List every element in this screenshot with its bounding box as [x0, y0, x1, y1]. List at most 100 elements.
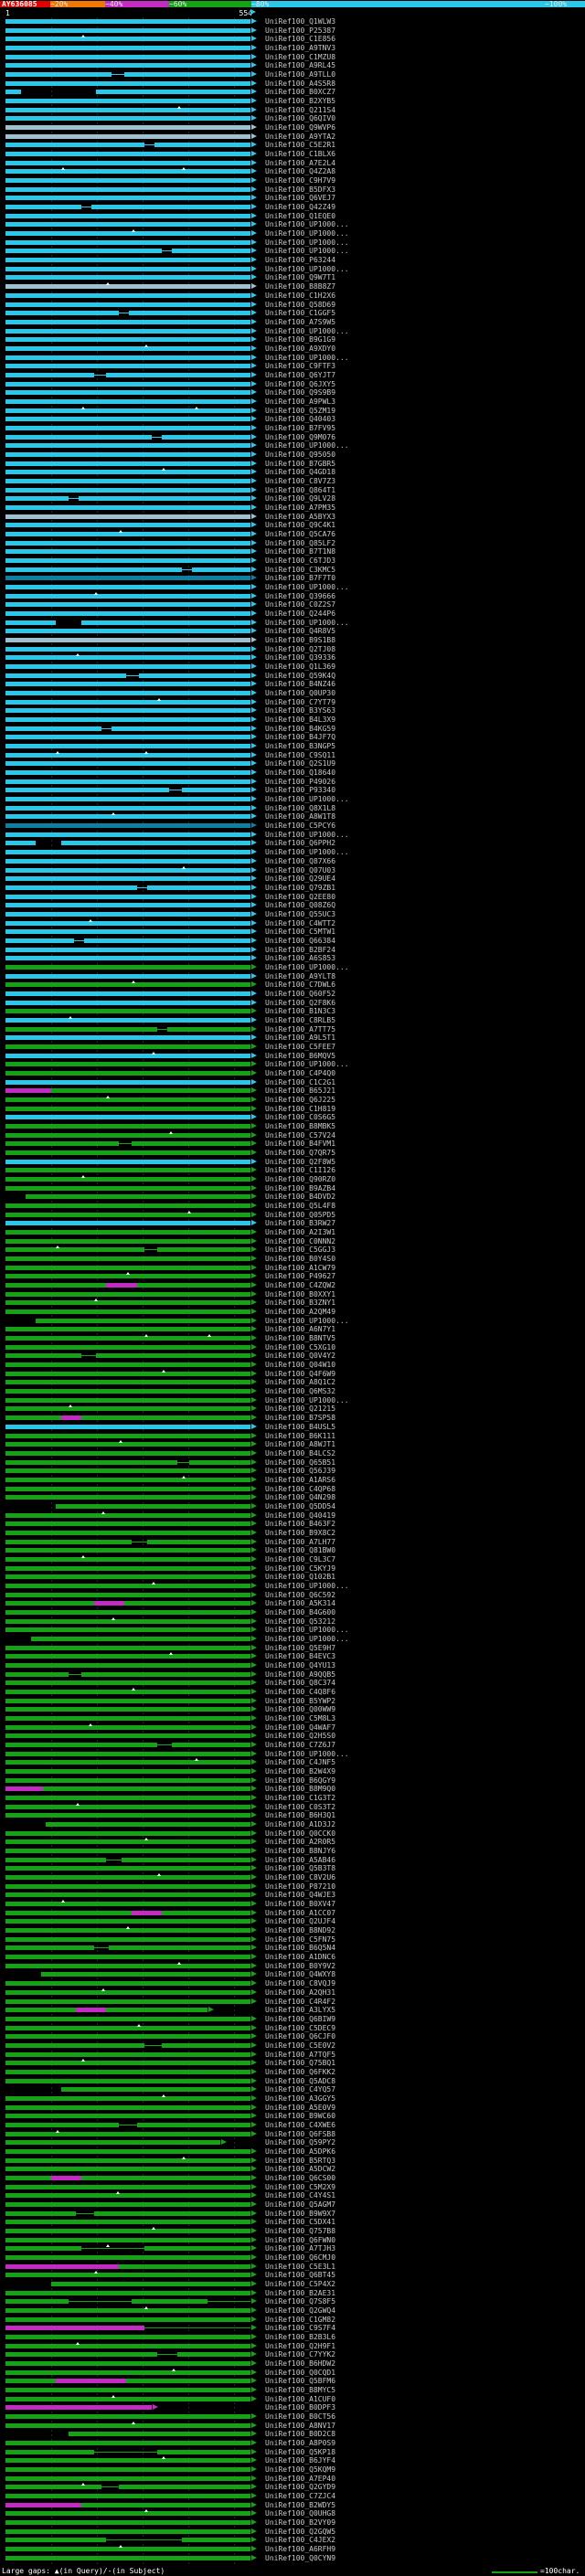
hit-row[interactable]: UniRef100_C0Z2S7	[0, 600, 585, 610]
hit-row[interactable]: UniRef100_Q0UHG8	[0, 2509, 585, 2518]
hit-label[interactable]: UniRef100_B5YWP2	[265, 1697, 335, 1706]
hit-label[interactable]: UniRef100_B4LCS2	[265, 1449, 335, 1458]
hit-row[interactable]: UniRef100_B9S1B8	[0, 636, 585, 645]
hit-label[interactable]: UniRef100_C1E856	[265, 35, 335, 44]
hit-label[interactable]: UniRef100_Q1EQE0	[265, 212, 335, 221]
hit-label[interactable]: UniRef100_B8NTV5	[265, 1334, 335, 1343]
hit-label[interactable]: UniRef100_Q864T1	[265, 486, 335, 495]
hit-row[interactable]: UniRef100_Q5AGM7	[0, 2200, 585, 2210]
hit-label[interactable]: UniRef100_Q60F52	[265, 990, 335, 999]
hit-row[interactable]: UniRef100_Q1EQE0	[0, 212, 585, 221]
hit-row[interactable]: UniRef100_Q8C374	[0, 1679, 585, 1688]
hit-label[interactable]: UniRef100_B463F2	[265, 1520, 335, 1529]
hit-row[interactable]: UniRef100_Q6BT45	[0, 2271, 585, 2280]
hit-row[interactable]: UniRef100_Q00WW9	[0, 1705, 585, 1714]
hit-row[interactable]: UniRef100_Q5BFM6	[0, 2377, 585, 2386]
hit-row[interactable]: UniRef100_Q87X66	[0, 857, 585, 866]
hit-row[interactable]: UniRef100_Q6BIW9	[0, 2015, 585, 2024]
hit-row[interactable]: UniRef100_P63244	[0, 256, 585, 265]
hit-row[interactable]: UniRef100_Q2F8W5	[0, 1158, 585, 1167]
hit-label[interactable]: UniRef100_A5AB46	[265, 1856, 335, 1865]
hit-label[interactable]: UniRef100_Q8X1L8	[265, 804, 335, 813]
hit-label[interactable]: UniRef100_Q2EE80	[265, 893, 335, 902]
hit-row[interactable]: UniRef100_P49026	[0, 778, 585, 787]
hit-row[interactable]: UniRef100_Q79ZB1	[0, 884, 585, 893]
hit-label[interactable]: UniRef100_P49627	[265, 1272, 335, 1281]
hit-label[interactable]: UniRef100_Q6BT45	[265, 2271, 335, 2280]
hit-label[interactable]: UniRef100_B9AZB4	[265, 1184, 335, 1193]
hit-row[interactable]: UniRef100_C0NNN2	[0, 1237, 585, 1246]
hit-row[interactable]: UniRef100_B9W9X7	[0, 2210, 585, 2219]
hit-label[interactable]: UniRef100_Q4Z2A8	[265, 167, 335, 176]
hit-row[interactable]: UniRef100_A1CW79	[0, 1264, 585, 1273]
hit-label[interactable]: UniRef100_A5BYX3	[265, 513, 335, 522]
hit-label[interactable]: UniRef100_C5DEC9	[265, 2024, 335, 2033]
hit-row[interactable]: UniRef100_B2XYB5	[0, 97, 585, 106]
hit-label[interactable]: UniRef100_C0Z2S7	[265, 600, 335, 610]
hit-row[interactable]: UniRef100_A2QM49	[0, 1308, 585, 1317]
hit-row[interactable]: UniRef100_C9FTF3	[0, 362, 585, 371]
hit-row[interactable]: UniRef100_B4DVD2	[0, 1193, 585, 1202]
hit-label[interactable]: UniRef100_A9TLL0	[265, 70, 335, 80]
hit-label[interactable]: UniRef100_Q59K4Q	[265, 672, 335, 681]
hit-row[interactable]: UniRef100_UP1000...	[0, 354, 585, 363]
hit-label[interactable]: UniRef100_C5M8L3	[265, 1714, 335, 1723]
hit-label[interactable]: UniRef100_Q102B1	[265, 1573, 335, 1582]
hit-row[interactable]: UniRef100_Q9C4K1	[0, 521, 585, 530]
hit-label[interactable]: UniRef100_Q39336	[265, 653, 335, 663]
hit-row[interactable]: UniRef100_B4LCS2	[0, 1449, 585, 1458]
hit-label[interactable]: UniRef100_A7TQF5	[265, 2051, 335, 2060]
hit-row[interactable]: UniRef100_C5MTW1	[0, 928, 585, 937]
hit-label[interactable]: UniRef100_Q81BW0	[265, 1546, 335, 1555]
hit-row[interactable]: UniRef100_A9TLL0	[0, 70, 585, 80]
hit-row[interactable]: UniRef100_C8V2U6	[0, 1873, 585, 1882]
hit-row[interactable]: UniRef100_Q0UP30	[0, 689, 585, 698]
hit-row[interactable]: UniRef100_C9SQ11	[0, 750, 585, 760]
hit-row[interactable]: UniRef100_C0S6G5	[0, 1113, 585, 1122]
hit-label[interactable]: UniRef100_Q2GQW5	[265, 2528, 335, 2537]
hit-row[interactable]: UniRef100_B4L3X9	[0, 716, 585, 725]
hit-label[interactable]: UniRef100_C5FEE7	[265, 1043, 335, 1052]
hit-row[interactable]: UniRef100_Q6FKK2	[0, 2068, 585, 2077]
hit-label[interactable]: UniRef100_P63244	[265, 256, 335, 265]
hit-row[interactable]: UniRef100_C5E0V2	[0, 2041, 585, 2051]
hit-row[interactable]: UniRef100_C1I126	[0, 1166, 585, 1175]
hit-row[interactable]: UniRef100_Q2H9F1	[0, 2341, 585, 2351]
hit-row[interactable]: UniRef100_A7E2L4	[0, 159, 585, 168]
hit-row[interactable]: UniRef100_Q5KP18	[0, 2448, 585, 2457]
hit-label[interactable]: UniRef100_Q85LF2	[265, 539, 335, 548]
hit-row[interactable]: UniRef100_UP1000...	[0, 247, 585, 256]
hit-row[interactable]: UniRef100_C5PCY6	[0, 822, 585, 831]
hit-row[interactable]: UniRef100_Q6CMJ0	[0, 2253, 585, 2263]
hit-label[interactable]: UniRef100_A2I3W1	[265, 1228, 335, 1237]
hit-label[interactable]: UniRef100_C5PCY6	[265, 822, 335, 831]
hit-row[interactable]: UniRef100_UP1000...	[0, 1626, 585, 1635]
hit-label[interactable]: UniRef100_C4JEX2	[265, 2536, 335, 2545]
hit-label[interactable]: UniRef100_B4DVD2	[265, 1193, 335, 1202]
hit-row[interactable]: UniRef100_Q6FWN0	[0, 2236, 585, 2245]
hit-row[interactable]: UniRef100_B6K111	[0, 1432, 585, 1441]
hit-label[interactable]: UniRef100_C5E2R1	[265, 141, 335, 150]
hit-row[interactable]: UniRef100_C5FEE7	[0, 1043, 585, 1052]
hit-row[interactable]: UniRef100_Q40419	[0, 1511, 585, 1521]
hit-row[interactable]: UniRef100_C8VQJ9	[0, 1979, 585, 1988]
hit-label[interactable]: UniRef100_B0CT56	[265, 2412, 335, 2422]
hit-row[interactable]: UniRef100_UP1000...	[0, 963, 585, 972]
hit-label[interactable]: UniRef100_B4FVM1	[265, 1140, 335, 1149]
hit-row[interactable]: UniRef100_Q6CS00	[0, 2174, 585, 2183]
hit-row[interactable]: UniRef100_B7GBR5	[0, 460, 585, 469]
hit-label[interactable]: UniRef100_A9PWL3	[265, 398, 335, 407]
hit-label[interactable]: UniRef100_B8NJY6	[265, 1847, 335, 1856]
hit-label[interactable]: UniRef100_A6RFH9	[265, 2545, 335, 2554]
hit-row[interactable]: UniRef100_Q6MS32	[0, 1387, 585, 1396]
hit-label[interactable]: UniRef100_Q6J225	[265, 1096, 335, 1105]
hit-label[interactable]: UniRef100_Q4WJE3	[265, 1891, 335, 1900]
hit-label[interactable]: UniRef100_A5DPK6	[265, 2147, 335, 2157]
hit-row[interactable]: UniRef100_Q95050	[0, 451, 585, 460]
hit-label[interactable]: UniRef100_B0D2C8	[265, 2430, 335, 2439]
hit-row[interactable]: UniRef100_P25387	[0, 27, 585, 36]
hit-label[interactable]: UniRef100_Q1WLW3	[265, 17, 335, 27]
hit-label[interactable]: UniRef100_A9L5T1	[265, 1034, 335, 1043]
hit-row[interactable]: UniRef100_C7YT79	[0, 697, 585, 707]
hit-label[interactable]: UniRef100_C9S7F4	[265, 2324, 335, 2333]
